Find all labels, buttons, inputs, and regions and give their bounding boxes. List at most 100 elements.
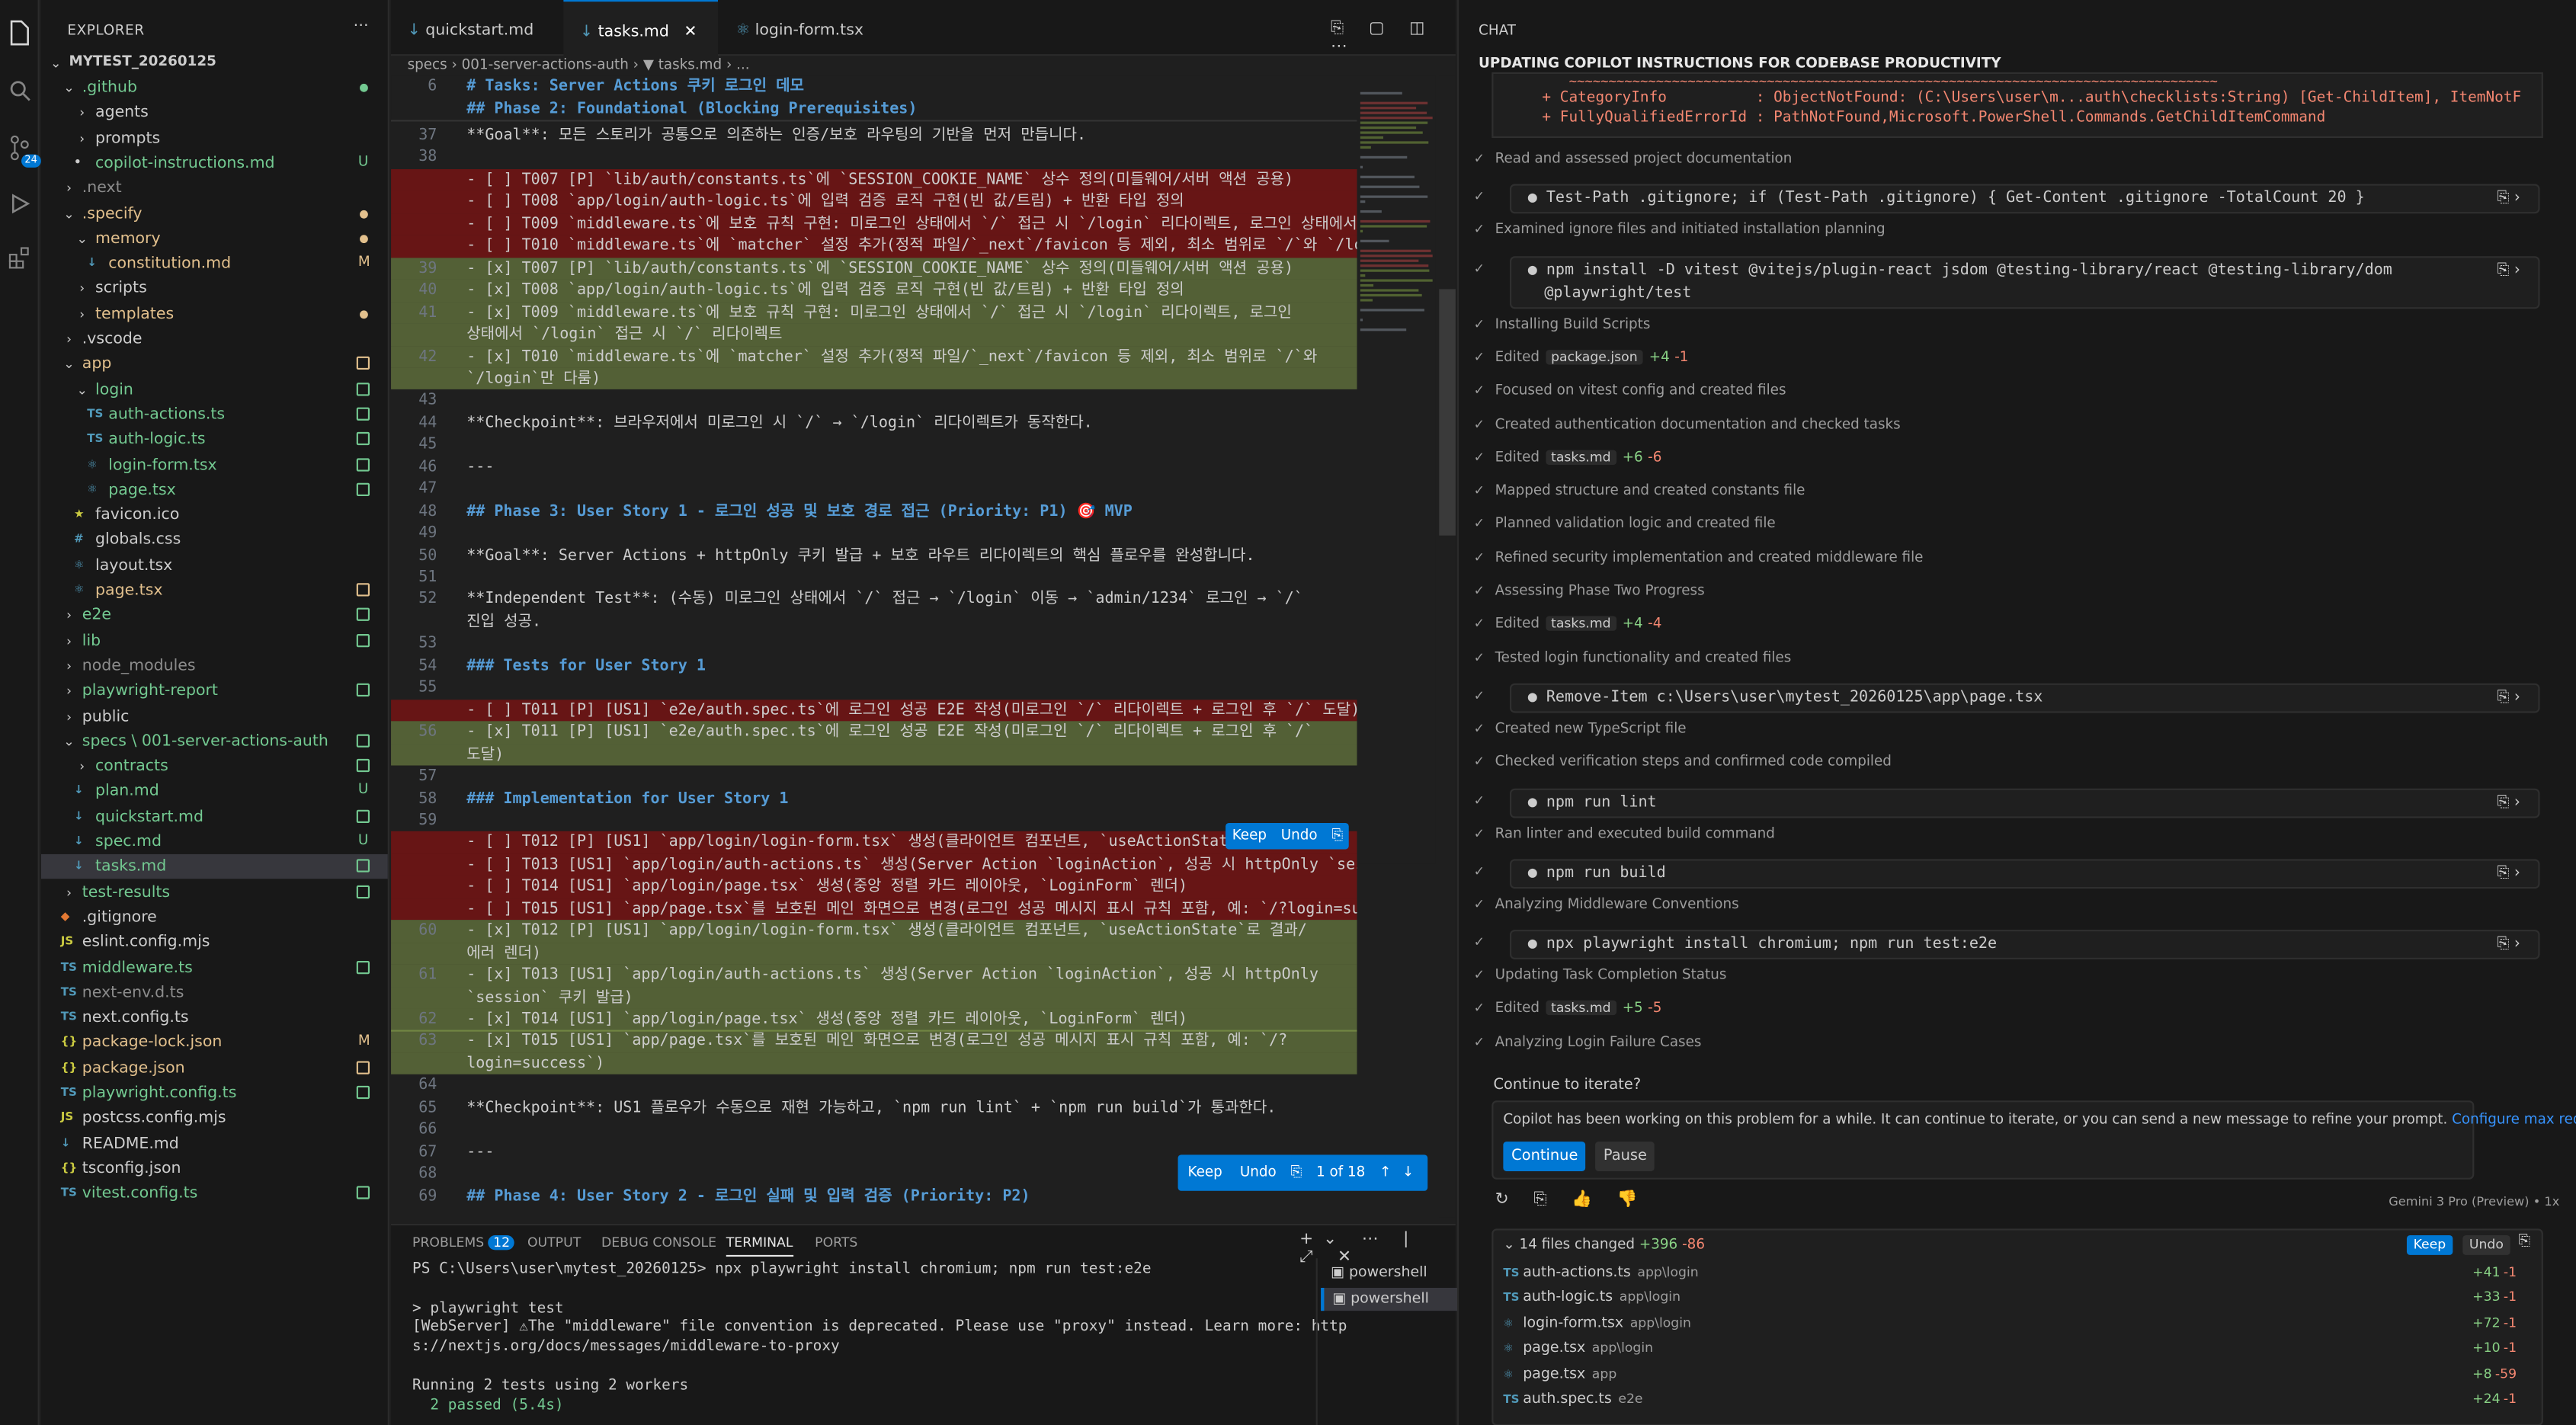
file-item[interactable]: ◆ .gitignore [41, 905, 388, 929]
folder-item[interactable]: › templates [41, 302, 388, 326]
terminal-item[interactable]: ▣ powershell [1331, 1265, 1427, 1282]
tab-quickstart[interactable]: ↓ quickstart.md ▢ [391, 0, 562, 102]
extensions-icon[interactable] [7, 246, 33, 272]
feedback-actions[interactable]: ↻ ⎘ 👍 👎 [1495, 1191, 1648, 1209]
file-item[interactable]: {} package-lock.json M [41, 1030, 388, 1055]
folder-item[interactable]: ⌄ app [41, 352, 388, 376]
file-pill[interactable]: tasks.md [1546, 1001, 1616, 1017]
folder-item[interactable]: › .next [41, 176, 388, 200]
file-item[interactable]: ⚛ login-form.tsx [41, 453, 388, 477]
expand-icon[interactable]: ⎘ › [2498, 261, 2520, 279]
diff-icon[interactable]: ⎘ [1331, 828, 1343, 844]
files-icon[interactable] [7, 20, 33, 46]
changed-file-row[interactable]: ⚛ page.tsx app\login +10 -1 [1503, 1336, 2521, 1360]
pause-button[interactable]: Pause [1595, 1142, 1655, 1171]
changed-file-row[interactable]: TS auth.spec.ts e2e +24 -1 [1503, 1386, 2521, 1411]
changed-file-row[interactable]: TS auth-actions.ts app\login +41 -1 [1503, 1260, 2521, 1284]
inline-keep-button[interactable]: Keep [1232, 828, 1267, 844]
folder-item[interactable]: › playwright-report [41, 679, 388, 703]
file-item[interactable]: ↓ spec.md U [41, 830, 388, 854]
terminal-command[interactable]: ● npm run lint ⎘ › [1509, 787, 2540, 818]
file-item[interactable]: TS next-env.d.ts [41, 980, 388, 1004]
code-view[interactable]: 37 **Goal**: 모든 스토리가 공통으로 의존하는 인증/보호 라우팅의… [391, 125, 1357, 1217]
folder-item[interactable]: ⌄ login [41, 377, 388, 402]
tab-problems[interactable]: PROBLEMS 12 [412, 1235, 515, 1250]
tab-terminal[interactable]: TERMINAL [726, 1235, 793, 1257]
review-undo-button[interactable]: Undo [1240, 1164, 1277, 1181]
file-item[interactable]: • copilot-instructions.md U [41, 151, 388, 175]
chat-edit-step[interactable]: ✓ Edited tasks.md +4 -4 [1474, 616, 1661, 633]
inline-undo-button[interactable]: Undo [1281, 828, 1318, 844]
changed-file-row[interactable]: ⚛ login-form.tsx app\login +72 -1 [1503, 1311, 2521, 1335]
tab-login-form[interactable]: ⚛ login-form.tsx ▢ [719, 0, 884, 102]
chat-edit-step[interactable]: ✓ Edited tasks.md +6 -6 [1474, 450, 1661, 466]
folder-item[interactable]: › .vscode [41, 327, 388, 351]
tab-debug-console[interactable]: DEBUG CONSOLE [601, 1235, 716, 1250]
vertical-scrollbar[interactable] [1439, 75, 1456, 1218]
chat-edit-step[interactable]: ✓ Edited tasks.md +5 -5 [1474, 1001, 1661, 1017]
folder-item[interactable]: ⌄ specs \ 001-server-actions-auth [41, 729, 388, 754]
tab-ports[interactable]: PORTS [815, 1235, 857, 1250]
folder-item[interactable]: ⌄ .github [41, 75, 388, 100]
file-item[interactable]: ⚛ page.tsx [41, 478, 388, 502]
file-pill[interactable]: tasks.md [1546, 450, 1616, 465]
arrow-down-icon[interactable]: ↓ [1402, 1164, 1414, 1181]
file-pill[interactable]: tasks.md [1546, 616, 1616, 632]
expand-icon[interactable]: ⎘ › [2498, 688, 2520, 706]
file-item[interactable]: JS eslint.config.mjs [41, 930, 388, 954]
folder-item[interactable]: › e2e [41, 604, 388, 628]
file-item[interactable]: ⚛ page.tsx [41, 578, 388, 603]
expand-icon[interactable]: ⎘ › [2498, 190, 2520, 208]
folder-item[interactable]: ⌄ .specify [41, 201, 388, 226]
more-actions-icon[interactable]: ⋯ [353, 17, 368, 35]
file-item[interactable]: TS auth-logic.ts [41, 428, 388, 452]
file-item[interactable]: TS next.config.ts [41, 1005, 388, 1030]
expand-icon[interactable]: ⎘ › [2498, 935, 2520, 953]
file-item[interactable]: ★ favicon.ico [41, 503, 388, 527]
folder-item[interactable]: › public [41, 704, 388, 729]
file-item[interactable]: TS vitest.config.ts [41, 1181, 388, 1206]
changed-file-row[interactable]: ⚛ page.tsx app +8 -59 [1503, 1361, 2521, 1385]
file-item[interactable]: TS auth-actions.ts [41, 402, 388, 427]
terminal-command[interactable]: ● npx playwright install chromium; npm r… [1509, 930, 2540, 960]
diff-icon[interactable]: ⎘ [1291, 1164, 1302, 1181]
changes-undo-button[interactable]: Undo [2462, 1235, 2510, 1255]
changed-file-row[interactable]: TS auth-logic.ts app\login +33 -1 [1503, 1286, 2521, 1310]
folder-item[interactable]: › node_modules [41, 654, 388, 678]
file-item[interactable]: TS playwright.config.ts [41, 1081, 388, 1105]
folder-item[interactable]: › lib [41, 629, 388, 653]
close-icon[interactable]: ✕ [684, 23, 697, 41]
breadcrumb[interactable]: specs › 001-server-actions-auth › ▼ task… [408, 56, 750, 75]
file-pill[interactable]: package.json [1546, 349, 1643, 365]
file-item[interactable]: ↓ README.md [41, 1131, 388, 1155]
folder-item[interactable]: › prompts [41, 126, 388, 150]
file-item[interactable]: ↓ quickstart.md [41, 805, 388, 829]
file-item[interactable]: ⚛ layout.tsx [41, 553, 388, 578]
explorer-root[interactable]: ⌄ MYTEST_20260125 [41, 51, 388, 75]
folder-item[interactable]: › scripts [41, 277, 388, 301]
file-item[interactable]: ↓ plan.md U [41, 780, 388, 804]
file-item[interactable]: ↓ tasks.md [40, 854, 388, 879]
minimap[interactable] [1357, 75, 1436, 864]
folder-item[interactable]: › test-results [41, 880, 388, 905]
expand-icon[interactable]: ⎘ › [2498, 863, 2520, 882]
tab-output[interactable]: OUTPUT [527, 1235, 581, 1250]
folder-item[interactable]: › contracts [41, 754, 388, 779]
file-item[interactable]: {} package.json [41, 1055, 388, 1080]
file-item[interactable]: JS postcss.config.mjs [41, 1106, 388, 1130]
terminal-item-active[interactable]: ▣ powershell [1321, 1287, 1458, 1311]
expand-icon[interactable]: ⎘ › [2498, 793, 2520, 811]
terminal-command[interactable]: ● npm install -D vitest @vitejs/plugin-r… [1509, 255, 2540, 309]
file-item[interactable]: ↓ constitution.md M [41, 251, 388, 276]
chat-edit-step[interactable]: ✓ Edited package.json +4 -1 [1474, 349, 1688, 366]
folder-item[interactable]: › agents [41, 101, 388, 125]
terminal-command[interactable]: ● npm run build ⎘ › [1509, 858, 2540, 889]
file-item[interactable]: TS middleware.ts [41, 955, 388, 979]
configure-link[interactable]: Configure max requests. [2452, 1112, 2576, 1129]
terminal-command[interactable]: ● Test-Path .gitignore; if (Test-Path .g… [1509, 184, 2540, 214]
run-debug-icon[interactable] [7, 192, 33, 218]
editor-actions[interactable]: ⎘ ▢ ◫ ⋯ [1331, 20, 1456, 56]
changes-keep-button[interactable]: Keep [2406, 1235, 2453, 1255]
arrow-up-icon[interactable]: ↑ [1379, 1164, 1391, 1181]
folder-item[interactable]: ⌄ memory [41, 226, 388, 251]
